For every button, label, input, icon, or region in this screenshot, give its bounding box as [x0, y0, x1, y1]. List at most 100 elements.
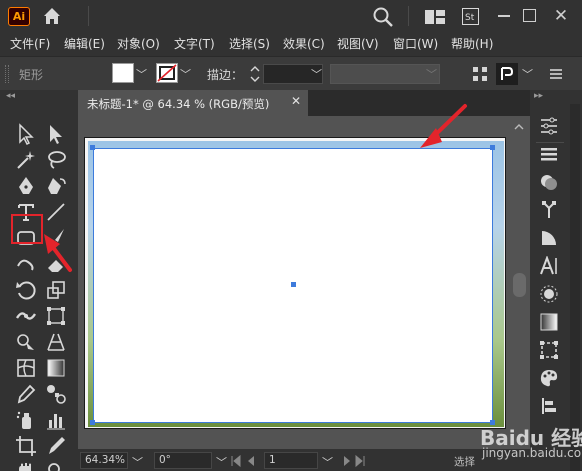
workspace-layout-icon[interactable] — [425, 9, 445, 24]
chevron-down-icon[interactable]: ﹀ — [322, 454, 333, 470]
rotation-field[interactable]: 0° — [154, 452, 212, 469]
title-divider — [88, 6, 89, 26]
curvature-tool-icon[interactable] — [44, 174, 68, 198]
tools-panel — [8, 118, 70, 471]
control-bar: 矩形 ﹀ ﹀ 描边： ﹀ ﹀ ﹀ — [0, 56, 582, 90]
zoom-tool-icon[interactable] — [44, 460, 68, 471]
magic-wand-tool-icon[interactable] — [14, 148, 38, 172]
width-tool-icon[interactable] — [14, 304, 38, 328]
menu-type[interactable]: 文字(T) — [174, 35, 215, 52]
menu-window[interactable]: 窗口(W) — [393, 35, 438, 52]
menu-object[interactable]: 对象(O) — [117, 35, 160, 52]
free-transform-tool-icon[interactable] — [44, 304, 68, 328]
stroke-swatch[interactable] — [156, 63, 178, 83]
symbol-sprayer-tool-icon[interactable] — [14, 408, 38, 432]
perspective-grid-tool-icon[interactable] — [44, 330, 68, 354]
collapse-toolbar-icon[interactable]: ◂◂ — [6, 91, 15, 101]
title-bar: Ai St ✕ — [0, 0, 582, 32]
lasso-tool-icon[interactable] — [44, 148, 68, 172]
align-grid-icon[interactable] — [472, 66, 488, 82]
selection-handle[interactable] — [90, 420, 95, 425]
selection-type-label: 矩形 — [19, 68, 44, 82]
paintbrush-tool-icon[interactable] — [44, 226, 68, 250]
blend-tool-icon[interactable] — [44, 382, 68, 406]
title-divider — [408, 6, 409, 26]
watermark-url: jingyan.baidu.com — [482, 446, 582, 460]
slice-tool-icon[interactable] — [44, 434, 68, 458]
first-prev-artboard-icon[interactable] — [228, 454, 268, 468]
sun-icon[interactable] — [539, 284, 559, 304]
vertical-scroll-thumb[interactable] — [513, 273, 526, 297]
close-tab-icon[interactable]: ✕ — [291, 94, 301, 108]
eraser-tool-icon[interactable] — [44, 252, 68, 276]
layers-icon[interactable] — [539, 144, 559, 164]
document-tab[interactable]: 未标题-1* @ 64.34 % (RGB/预览) ✕ — [78, 90, 308, 116]
panel-divider — [536, 142, 564, 143]
chevron-down-icon[interactable]: ﹀ — [311, 66, 322, 82]
menu-effect[interactable]: 效果(C) — [283, 35, 325, 52]
panel-grip[interactable] — [5, 65, 9, 83]
line-segment-tool-icon[interactable] — [44, 200, 68, 224]
illustrator-window: Ai St ✕ 文件(F) 编辑(E) 对象(O) 文字(T) 选择(S) 效果… — [0, 0, 582, 471]
selection-tool-icon[interactable] — [14, 122, 38, 146]
stroke-label: 描边： — [207, 68, 244, 82]
menu-view[interactable]: 视图(V) — [337, 35, 379, 52]
rotate-tool-icon[interactable] — [14, 278, 38, 302]
menu-select[interactable]: 选择(S) — [229, 35, 270, 52]
search-icon[interactable] — [372, 6, 394, 28]
libraries-icon[interactable] — [539, 200, 559, 220]
chevron-down-icon[interactable]: ﹀ — [522, 66, 533, 82]
artboard[interactable] — [84, 137, 506, 429]
chevron-down-icon[interactable]: ﹀ — [426, 66, 437, 82]
shape-builder-tool-icon[interactable] — [14, 330, 38, 354]
selection-handle[interactable] — [90, 145, 95, 150]
appearance-icon[interactable] — [539, 172, 559, 192]
hand-tool-icon[interactable] — [14, 460, 38, 471]
zoom-level-field[interactable]: 64.34% — [80, 452, 128, 469]
character-icon[interactable] — [539, 255, 559, 276]
mesh-tool-icon[interactable] — [14, 356, 38, 380]
adobe-stock-icon[interactable]: St — [462, 8, 479, 25]
pen-tool-icon[interactable] — [14, 174, 38, 198]
selection-handle[interactable] — [490, 145, 495, 150]
center-point — [291, 282, 296, 287]
minimize-icon[interactable] — [498, 15, 510, 17]
chevron-down-icon[interactable]: ﹀ — [216, 454, 227, 470]
close-icon[interactable]: ✕ — [552, 7, 570, 25]
panel-scrollbar[interactable] — [570, 104, 580, 471]
menu-help[interactable]: 帮助(H) — [451, 35, 493, 52]
chevron-down-icon[interactable]: ﹀ — [180, 66, 191, 82]
chevron-down-icon[interactable]: ﹀ — [132, 454, 143, 470]
scale-tool-icon[interactable] — [44, 278, 68, 302]
home-icon[interactable] — [42, 6, 62, 26]
transparency-icon[interactable] — [539, 228, 559, 248]
next-last-artboard-icon[interactable] — [340, 454, 370, 468]
align-icon[interactable] — [539, 340, 559, 360]
collapse-panels-icon[interactable]: ▸▸ — [534, 91, 543, 101]
panel-dock — [532, 104, 568, 471]
menu-file[interactable]: 文件(F) — [10, 35, 50, 52]
artboard-tool-icon[interactable] — [14, 434, 38, 458]
eyedropper-tool-icon[interactable] — [14, 382, 38, 406]
fill-swatch[interactable] — [112, 63, 134, 83]
direct-selection-tool-icon[interactable] — [44, 122, 68, 146]
properties-icon[interactable] — [539, 116, 559, 136]
transform-icon[interactable] — [496, 63, 518, 85]
column-graph-tool-icon[interactable] — [44, 408, 68, 432]
gradient-tool-icon[interactable] — [44, 356, 68, 380]
menu-edit[interactable]: 编辑(E) — [64, 35, 105, 52]
tool-highlight-box — [11, 214, 43, 244]
shaper-tool-icon[interactable] — [14, 252, 38, 276]
color-icon[interactable] — [539, 368, 559, 388]
document-tab-bar: 未标题-1* @ 64.34 % (RGB/预览) ✕ — [78, 90, 530, 116]
illustrator-logo: Ai — [8, 7, 30, 26]
maximize-icon[interactable] — [523, 9, 536, 22]
chevron-down-icon[interactable]: ﹀ — [136, 66, 147, 82]
artboard-number-field[interactable]: 1 — [264, 452, 318, 469]
stroke-align-icon[interactable] — [539, 396, 559, 416]
control-menu-icon[interactable] — [548, 66, 564, 82]
variable-width-profile-select[interactable] — [330, 64, 440, 84]
menu-bar: 文件(F) 编辑(E) 对象(O) 文字(T) 选择(S) 效果(C) 视图(V… — [0, 32, 582, 54]
gradient-panel-icon[interactable] — [539, 312, 559, 332]
stroke-spinner-icon[interactable] — [248, 63, 262, 85]
